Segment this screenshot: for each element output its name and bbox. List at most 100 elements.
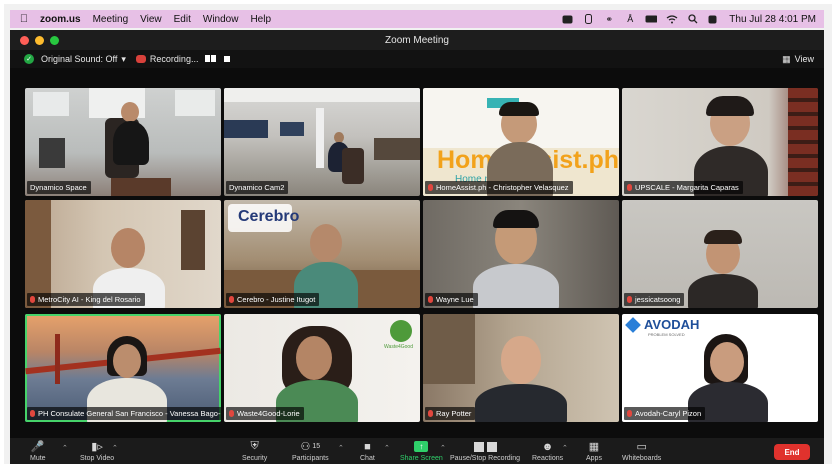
window-title-bar: Zoom Meeting bbox=[10, 30, 824, 50]
mic-muted-icon bbox=[428, 410, 433, 417]
stop-recording-icon[interactable] bbox=[224, 56, 231, 62]
headphones-icon[interactable]: ⚭ bbox=[603, 14, 615, 24]
video-tile[interactable]: MetroCity AI - King del Rosario bbox=[25, 200, 221, 308]
participant-name-tag: Wayne Lue bbox=[425, 293, 478, 306]
avodah-logo-icon bbox=[625, 317, 641, 333]
wifi-icon[interactable] bbox=[666, 14, 678, 24]
end-meeting-button[interactable]: End bbox=[774, 444, 810, 460]
view-button[interactable]: ▦ View bbox=[782, 54, 814, 65]
apple-icon[interactable]:  bbox=[16, 13, 32, 25]
participant-name-tag: Dynamico Space bbox=[27, 181, 91, 194]
original-sound-toggle[interactable]: Original Sound: Off ▾ bbox=[41, 54, 126, 65]
menu-edit[interactable]: Edit bbox=[174, 14, 191, 25]
meeting-controls-toolbar: 🎤 Mute ⌃ ▮▹ Stop Video ⌃ ⛨ Security ⚇ 15 … bbox=[10, 438, 824, 464]
participant-name-tag: Cerebro - Justine Itugot bbox=[226, 293, 320, 306]
pause-stop-icon bbox=[473, 440, 497, 453]
grid-view-icon: ▦ bbox=[782, 53, 791, 64]
microphone-icon: 🎤 bbox=[30, 441, 45, 453]
mic-muted-icon bbox=[30, 296, 35, 303]
apps-icon: ▦ bbox=[588, 441, 600, 453]
audio-options-caret[interactable]: ⌃ bbox=[62, 444, 68, 452]
pause-stop-recording-button[interactable]: Pause/Stop Recording bbox=[450, 440, 520, 462]
video-gallery: Dynamico Space Dynamico Cam2 HomeAssist.… bbox=[10, 68, 824, 438]
video-tile[interactable]: Ray Potter bbox=[423, 314, 619, 422]
recording-icon bbox=[135, 55, 146, 63]
mic-muted-icon bbox=[229, 296, 234, 303]
video-tile[interactable]: AVODAH PROBLEM SOLVED Avodah-Caryl Pizon bbox=[622, 314, 818, 422]
participants-count: 15 bbox=[312, 443, 321, 450]
participant-name-tag: Avodah-Caryl Pizon bbox=[624, 407, 706, 420]
mic-muted-icon bbox=[627, 410, 632, 417]
participant-name-tag: jessicatsoong bbox=[624, 293, 685, 306]
video-tile[interactable]: Cerebro Cerebro - Justine Itugot bbox=[224, 200, 420, 308]
video-tile-active-speaker[interactable]: PH Consulate General San Francisco - Van… bbox=[25, 314, 221, 422]
reactions-button[interactable]: ☻ Reactions bbox=[532, 440, 563, 463]
chat-button[interactable]: ■ Chat bbox=[360, 440, 375, 463]
participant-name-tag: PH Consulate General San Francisco - Van… bbox=[27, 407, 221, 420]
menu-view[interactable]: View bbox=[140, 14, 162, 25]
video-tile[interactable]: Dynamico Space bbox=[25, 88, 221, 196]
encryption-shield-icon[interactable]: ✓ bbox=[24, 54, 34, 64]
recording-label: Recording... bbox=[149, 54, 199, 64]
share-screen-button[interactable]: ↑ Share Screen bbox=[400, 440, 443, 462]
close-window-button[interactable] bbox=[20, 36, 29, 45]
waste4good-logo-icon bbox=[390, 320, 412, 342]
apps-button[interactable]: ▦ Apps bbox=[586, 440, 602, 462]
mac-menu-bar:  zoom.us Meeting View Edit Window Help … bbox=[10, 10, 824, 28]
share-screen-icon: ↑ bbox=[414, 440, 429, 453]
view-label: View bbox=[794, 54, 814, 64]
video-tile[interactable]: UPSCALE - Margarita Caparas bbox=[622, 88, 818, 196]
fullscreen-window-button[interactable] bbox=[50, 36, 59, 45]
mic-muted-icon bbox=[627, 184, 632, 191]
avodah-logo-text: AVODAH bbox=[644, 317, 700, 332]
participant-name-tag: UPSCALE - Margarita Caparas bbox=[624, 181, 743, 194]
participants-options-caret[interactable]: ⌃ bbox=[338, 444, 344, 452]
chat-options-caret[interactable]: ⌃ bbox=[384, 444, 390, 452]
control-center-icon[interactable] bbox=[708, 14, 720, 24]
battery-icon[interactable] bbox=[645, 14, 658, 24]
participant-name-tag: HomeAssist.ph - Christopher Velasquez bbox=[425, 181, 573, 194]
pause-recording-icon[interactable] bbox=[202, 54, 217, 64]
video-tile[interactable]: Wayne Lue bbox=[423, 200, 619, 308]
avodah-tagline: PROBLEM SOLVED bbox=[648, 332, 685, 337]
video-options-caret[interactable]: ⌃ bbox=[112, 444, 118, 452]
meeting-info-bar: ✓ Original Sound: Off ▾ Recording... ▦ Vi… bbox=[10, 50, 824, 68]
menu-clock[interactable]: Thu Jul 28 4:01 PM bbox=[729, 14, 816, 25]
whiteboard-icon: ▭ bbox=[636, 441, 647, 453]
waste4good-logo-text: Waste4Good bbox=[384, 344, 413, 350]
zoom-status-icon[interactable] bbox=[561, 14, 573, 24]
participant-name-tag: Dynamico Cam2 bbox=[226, 181, 289, 194]
whiteboards-button[interactable]: ▭ Whiteboards bbox=[622, 440, 661, 462]
minimize-window-button[interactable] bbox=[35, 36, 44, 45]
window-title: Zoom Meeting bbox=[385, 34, 449, 46]
battery-charge-icon[interactable] bbox=[582, 14, 594, 24]
stop-video-button[interactable]: ▮▹ Stop Video bbox=[80, 440, 114, 462]
recording-indicator: Recording... bbox=[135, 54, 231, 64]
mic-muted-icon bbox=[627, 296, 632, 303]
participant-name-tag: Ray Potter bbox=[425, 407, 476, 420]
bluetooth-icon[interactable]: Å bbox=[624, 14, 636, 24]
smiley-icon: ☻ bbox=[541, 440, 554, 453]
participants-icon: ⚇ 15 bbox=[300, 441, 321, 453]
mic-muted-icon bbox=[229, 410, 234, 417]
share-options-caret[interactable]: ⌃ bbox=[440, 444, 446, 452]
video-tile[interactable]: Dynamico Cam2 bbox=[224, 88, 420, 196]
participants-button[interactable]: ⚇ 15 Participants bbox=[292, 440, 329, 462]
search-icon[interactable] bbox=[687, 14, 699, 24]
menu-help[interactable]: Help bbox=[250, 14, 271, 25]
menu-meeting[interactable]: Meeting bbox=[93, 14, 129, 25]
chat-bubble-icon: ■ bbox=[364, 440, 371, 453]
video-tile[interactable]: HomeAssist.ph Home made easy. HomeAssist… bbox=[423, 88, 619, 196]
video-camera-icon: ▮▹ bbox=[91, 441, 103, 453]
mic-muted-icon bbox=[428, 184, 433, 191]
chevron-down-icon: ▾ bbox=[121, 53, 126, 64]
security-button[interactable]: ⛨ Security bbox=[242, 440, 267, 462]
mic-muted-icon bbox=[428, 296, 433, 303]
menu-app-name[interactable]: zoom.us bbox=[40, 14, 81, 25]
menu-window[interactable]: Window bbox=[203, 14, 239, 25]
reactions-options-caret[interactable]: ⌃ bbox=[562, 444, 568, 452]
video-tile[interactable]: jessicatsoong bbox=[622, 200, 818, 308]
mic-muted-icon bbox=[30, 410, 35, 417]
video-tile[interactable]: Waste4Good Waste4Good-Lorie bbox=[224, 314, 420, 422]
mute-button[interactable]: 🎤 Mute bbox=[30, 440, 46, 462]
